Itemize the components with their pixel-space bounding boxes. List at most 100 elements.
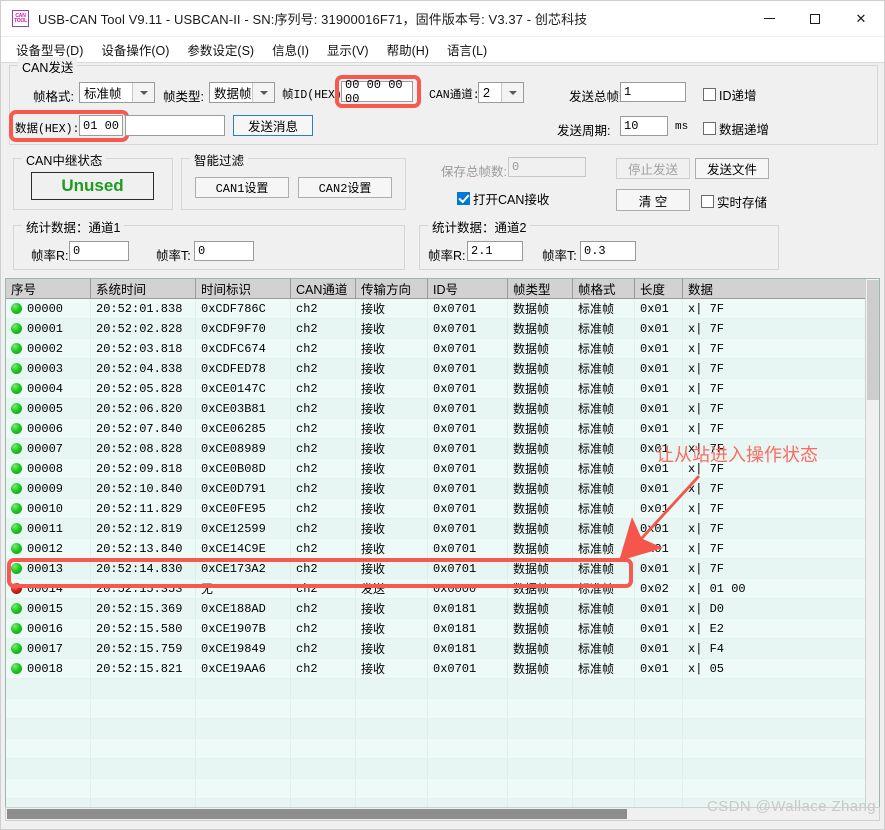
table-header-cell-2[interactable]: 时间标识: [196, 279, 291, 298]
table-empty-cell: [6, 679, 91, 698]
table-row[interactable]: 00000 20:52:01.838 0xCDF786C ch2 接收 0x0701 数据帧…: [6, 299, 879, 319]
scrollbar-thumb[interactable]: [867, 280, 879, 400]
receive-indicator-icon: [11, 523, 22, 534]
table-row[interactable]: 00002 20:52:03.818 0xCDFC674 ch2 接收 0x0701 数据帧…: [6, 339, 879, 359]
table-cell-ID号: 0x0701: [428, 359, 508, 378]
minimize-button[interactable]: [746, 1, 792, 36]
cell-text: 0x0701: [433, 421, 477, 436]
frame-format-select[interactable]: 标准帧: [79, 82, 155, 103]
table-cell-数据: x| 7F: [683, 319, 867, 338]
table-row[interactable]: 00014 20:52:15.353 无 ch2 发送 0x0000 数据帧 标准帧 0x02 x…: [6, 579, 879, 599]
cell-text: 数据帧: [513, 322, 550, 336]
cell-text: 接收: [361, 422, 386, 436]
send-message-button[interactable]: 发送消息: [233, 115, 313, 136]
data-hex-input[interactable]: 01 00: [79, 115, 123, 136]
table-cell-CAN通道: ch2: [291, 519, 356, 538]
ch2-tx-rate-value: 0.3: [584, 244, 606, 258]
table-row[interactable]: 00005 20:52:06.820 0xCE03B81 ch2 接收 0x0701 数据帧…: [6, 399, 879, 419]
table-cell-时间标识: 0xCE06285: [196, 419, 291, 438]
table-row[interactable]: 00015 20:52:15.369 0xCE188AD ch2 接收 0x0181 数据帧…: [6, 599, 879, 619]
table-row[interactable]: 00009 20:52:10.840 0xCE0D791 ch2 接收 0x0701 数据帧…: [6, 479, 879, 499]
can-channel-select[interactable]: 2: [478, 82, 524, 103]
chevron-down-icon: [252, 83, 274, 102]
cell-text: 0x01: [640, 361, 669, 376]
can2-settings-button[interactable]: CAN2设置: [298, 177, 392, 198]
ch1-tx-rate-label: 帧率T:: [156, 249, 191, 263]
cell-text: 接收: [361, 402, 386, 416]
table-header-cell-6[interactable]: 帧类型: [508, 279, 573, 298]
table-empty-cell: [356, 779, 428, 798]
frame-id-input[interactable]: 00 00 00 00: [341, 78, 413, 106]
id-increment-checkbox[interactable]: ID递增: [703, 85, 757, 104]
table-header-cell-0[interactable]: 序号: [6, 279, 91, 298]
receive-indicator-icon: [11, 343, 22, 354]
checkbox-box: [457, 192, 470, 205]
menu-info[interactable]: 信息(I): [263, 37, 318, 62]
application-window: CAN TOOL USB-CAN Tool V9.11 - USBCAN-II …: [0, 0, 885, 830]
cell-text: 0xCE0B08D: [201, 461, 266, 476]
data-hex-extra-input[interactable]: [125, 115, 225, 136]
table-header-cell-7[interactable]: 帧格式: [573, 279, 635, 298]
table-empty-cell: [196, 739, 291, 758]
table-row[interactable]: 00006 20:52:07.840 0xCE06285 ch2 接收 0x0701 数据帧…: [6, 419, 879, 439]
table-cell-帧类型: 数据帧: [508, 399, 573, 418]
frame-format-value: 标准帧: [84, 87, 122, 101]
menu-parameter-settings[interactable]: 参数设定(S): [178, 37, 263, 62]
cell-text: 00007: [27, 441, 64, 456]
close-button[interactable]: ✕: [838, 1, 884, 36]
clear-button[interactable]: 清 空: [616, 189, 690, 211]
can2-settings-label: CAN2设置: [318, 182, 372, 196]
ch2-rx-rate-value: 2.1: [471, 244, 493, 258]
cell-text: 00008: [27, 461, 64, 476]
send-period-input[interactable]: 10: [620, 116, 668, 136]
open-can-receive-checkbox[interactable]: 打开CAN接收: [457, 189, 549, 208]
table-empty-cell: [683, 759, 867, 778]
table-cell-数据: x| 7F: [683, 299, 867, 318]
saved-frames-value: 0: [512, 160, 520, 174]
menu-language[interactable]: 语言(L): [438, 37, 496, 62]
table-row[interactable]: 00012 20:52:13.840 0xCE14C9E ch2 接收 0x0701 数据帧…: [6, 539, 879, 559]
stop-send-button[interactable]: 停止发送: [616, 158, 690, 179]
table-row[interactable]: 00013 20:52:14.830 0xCE173A2 ch2 接收 0x0701 数据帧…: [6, 559, 879, 579]
table-header-cell-5[interactable]: ID号: [428, 279, 508, 298]
table-row[interactable]: 00018 20:52:15.821 0xCE19AA6 ch2 接收 0x0701 数据帧…: [6, 659, 879, 679]
table-header-cell-1[interactable]: 系统时间: [91, 279, 196, 298]
frame-type-select[interactable]: 数据帧: [209, 82, 275, 103]
total-frames-input[interactable]: 1: [620, 82, 686, 102]
table-cell-长度: 0x01: [635, 339, 683, 358]
send-file-button[interactable]: 发送文件: [695, 158, 769, 179]
scrollbar-thumb[interactable]: [7, 809, 627, 819]
table-header-cell-3[interactable]: CAN通道: [291, 279, 356, 298]
table-empty-cell: [508, 739, 573, 758]
table-cell-序号: 00014: [6, 579, 91, 598]
menu-help[interactable]: 帮助(H): [378, 37, 438, 62]
cell-text: 20:52:04.838: [96, 361, 183, 376]
table-header-cell-4[interactable]: 传输方向: [356, 279, 428, 298]
table-row[interactable]: 00010 20:52:11.829 0xCE0FE95 ch2 接收 0x0701 数据帧…: [6, 499, 879, 519]
table-row[interactable]: 00016 20:52:15.580 0xCE1907B ch2 接收 0x0181 数据帧…: [6, 619, 879, 639]
table-cell-帧类型: 数据帧: [508, 619, 573, 638]
table-row[interactable]: 00017 20:52:15.759 0xCE19849 ch2 接收 0x0181 数据帧…: [6, 639, 879, 659]
menu-view[interactable]: 显示(V): [318, 37, 378, 62]
table-row[interactable]: 00001 20:52:02.828 0xCDF9F70 ch2 接收 0x0701 数据帧…: [6, 319, 879, 339]
maximize-button[interactable]: [792, 1, 838, 36]
table-row[interactable]: 00011 20:52:12.819 0xCE12599 ch2 接收 0x0701 数据帧…: [6, 519, 879, 539]
vertical-scrollbar[interactable]: [865, 279, 879, 812]
menu-device-operation[interactable]: 设备操作(O): [92, 37, 178, 62]
table-cell-传输方向: 接收: [356, 439, 428, 458]
cell-text: 00014: [27, 581, 64, 596]
can1-settings-button[interactable]: CAN1设置: [195, 177, 289, 198]
table-cell-数据: x| E2: [683, 619, 867, 638]
cell-text: 数据帧: [513, 402, 550, 416]
table-empty-cell: [91, 699, 196, 718]
table-cell-传输方向: 接收: [356, 299, 428, 318]
smart-filter-legend: 智能过滤: [190, 150, 249, 169]
table-row[interactable]: 00004 20:52:05.828 0xCE0147C ch2 接收 0x0701 数据帧…: [6, 379, 879, 399]
table-row[interactable]: 00003 20:52:04.838 0xCDFED78 ch2 接收 0x0701 数据帧…: [6, 359, 879, 379]
relay-status-legend: CAN中继状态: [22, 150, 107, 169]
table-header-cell-9[interactable]: 数据: [683, 279, 867, 298]
table-header-cell-8[interactable]: 长度: [635, 279, 683, 298]
realtime-store-checkbox[interactable]: 实时存储: [701, 192, 767, 211]
data-increment-checkbox[interactable]: 数据递增: [703, 119, 769, 138]
cell-text: 20:52:11.829: [96, 501, 183, 516]
